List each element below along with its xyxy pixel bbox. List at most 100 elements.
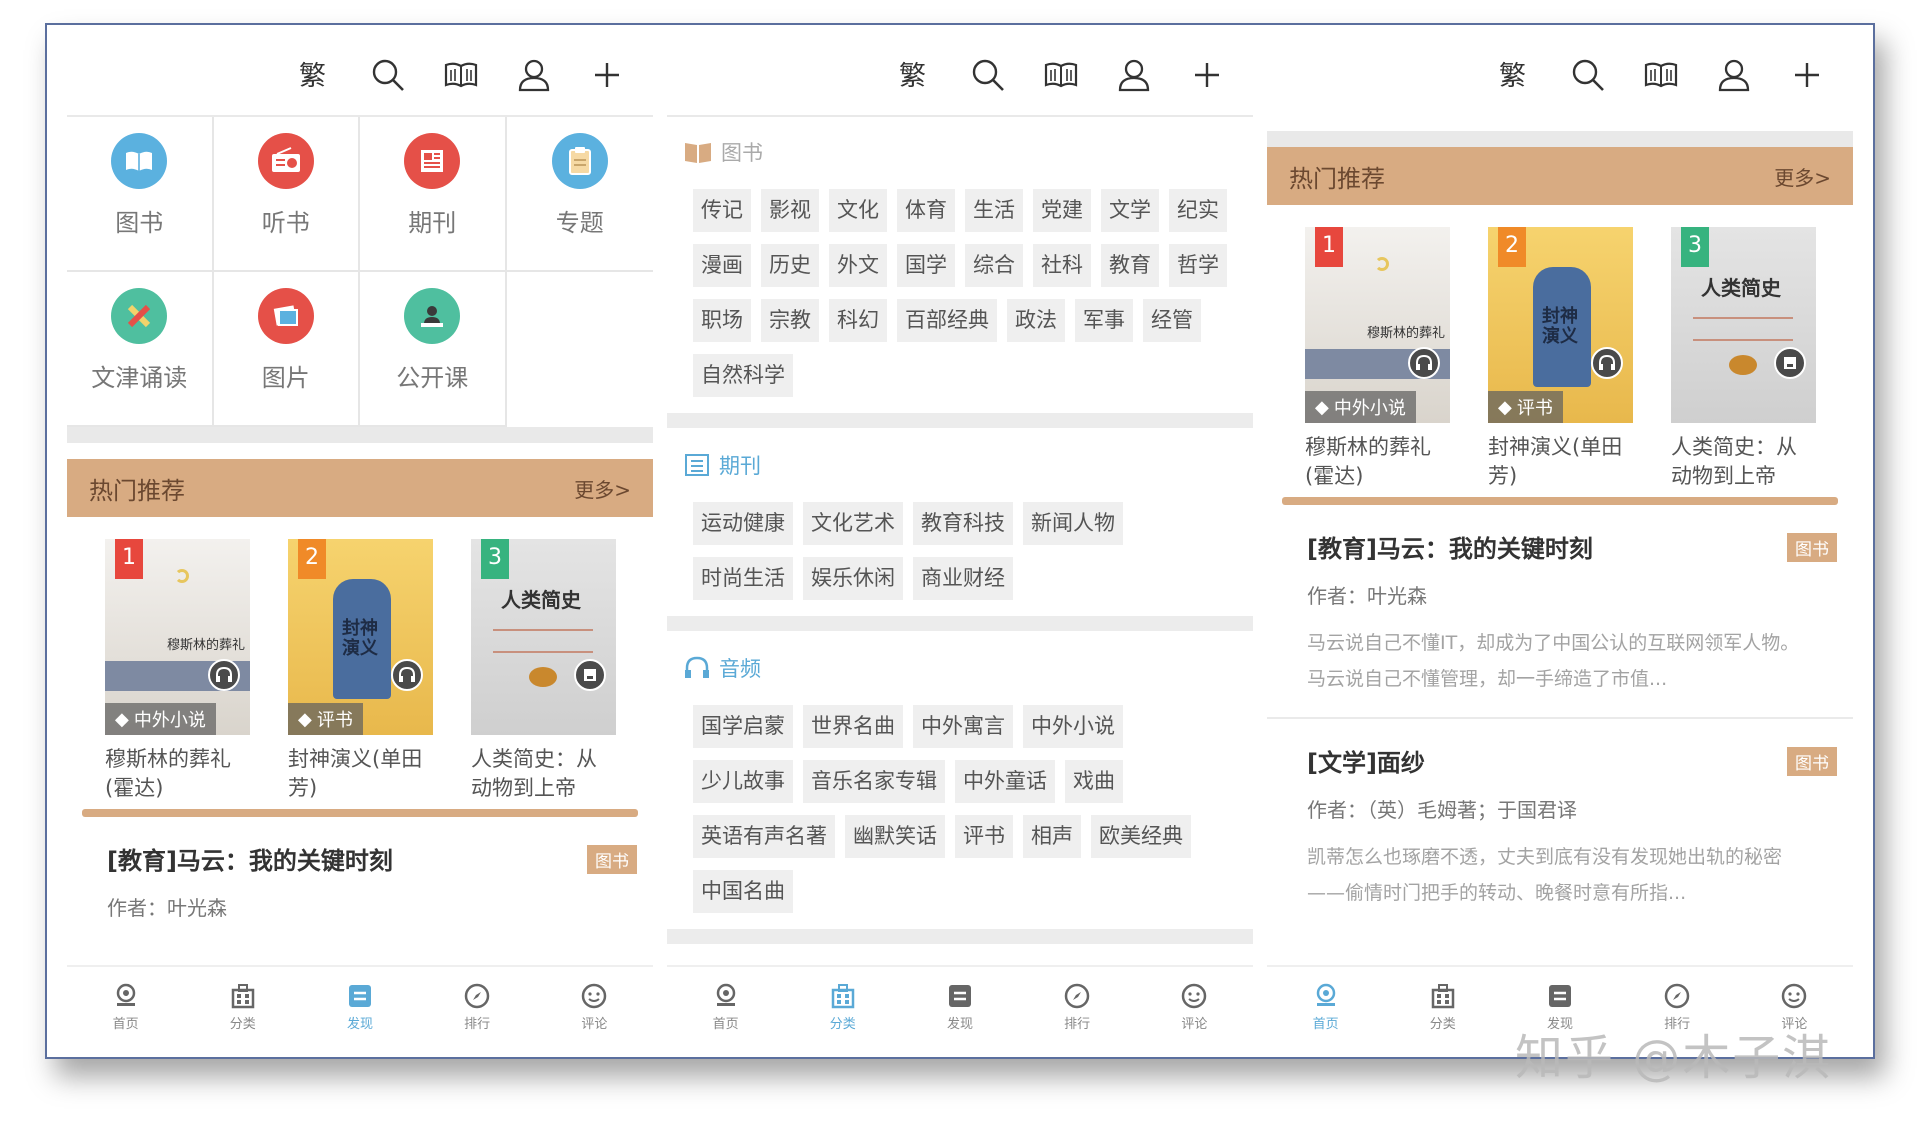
category-chip[interactable]: 幽默笑话 — [845, 815, 945, 858]
category-chip[interactable]: 戏曲 — [1065, 760, 1123, 803]
plus-icon[interactable] — [1189, 57, 1225, 93]
book-open-icon[interactable] — [1043, 57, 1079, 93]
nav-home[interactable]: 首页 — [1281, 983, 1371, 1057]
category-chip[interactable]: 哲学 — [1169, 244, 1227, 287]
category-chip[interactable]: 宗教 — [761, 299, 819, 342]
category-chip[interactable]: 纪实 — [1169, 189, 1227, 232]
more-link[interactable]: 更多> — [1774, 162, 1831, 191]
traditional-simplified-icon[interactable]: 繁 — [897, 57, 933, 93]
book-open-icon[interactable] — [1643, 57, 1679, 93]
category-chip[interactable]: 教育科技 — [913, 502, 1013, 545]
category-chip[interactable]: 影视 — [761, 189, 819, 232]
category-chip[interactable]: 教育 — [1101, 244, 1159, 287]
book-item[interactable]: 封神演义 2 ◆ 评书 封神演义(单田芳) — [1488, 227, 1633, 497]
category-chip[interactable]: 党建 — [1033, 189, 1091, 232]
nav-label: 评论 — [581, 1017, 608, 1032]
category-chip[interactable]: 科幻 — [829, 299, 887, 342]
category-chip[interactable]: 自然科学 — [693, 354, 793, 397]
category-chip[interactable]: 中外小说 — [1023, 705, 1123, 748]
headphones-icon — [208, 659, 240, 691]
category-chip[interactable]: 漫画 — [693, 244, 751, 287]
user-icon[interactable] — [1116, 57, 1152, 93]
category-chip[interactable]: 相声 — [1023, 815, 1081, 858]
category-chip[interactable]: 欧美经典 — [1091, 815, 1191, 858]
nav-ranking[interactable]: 排行 — [1032, 983, 1122, 1057]
category-chip[interactable]: 中外童话 — [955, 760, 1055, 803]
section-divider — [67, 427, 653, 443]
nav-ranking[interactable]: 排行 — [432, 983, 522, 1057]
nav-category[interactable]: 分类 — [198, 983, 288, 1057]
user-icon[interactable] — [1716, 57, 1752, 93]
nav-label: 分类 — [1429, 1017, 1456, 1032]
category-icon — [231, 984, 255, 1009]
nav-category[interactable]: 分类 — [1398, 983, 1488, 1057]
category-chip[interactable]: 新闻人物 — [1023, 502, 1123, 545]
home-icon — [1316, 983, 1335, 1006]
book-item[interactable]: 穆斯林的葬礼 1 ◆ 中外小说 穆斯林的葬礼(霍达) — [1305, 227, 1450, 497]
nav-home[interactable]: 首页 — [681, 983, 771, 1057]
book-item[interactable]: 封神演义 2 ◆ 评书 封神演义(单田芳) — [288, 539, 433, 809]
article-item[interactable]: [教育]马云：我的关键时刻 图书 作者：叶光森 马云说自己不懂IT，却成为了中国… — [1267, 505, 1853, 719]
search-icon[interactable] — [370, 57, 406, 93]
book-item[interactable]: 人类简史 3 人类简史：从动物到上帝 — [1671, 227, 1816, 497]
category-chip[interactable]: 国学 — [897, 244, 955, 287]
more-link[interactable]: 更多> — [574, 474, 631, 503]
nav-comments[interactable]: 评论 — [549, 983, 639, 1057]
category-chip[interactable]: 世界名曲 — [803, 705, 903, 748]
traditional-simplified-icon[interactable]: 繁 — [297, 57, 333, 93]
empty-cell — [507, 272, 654, 427]
category-chip[interactable]: 政法 — [1007, 299, 1065, 342]
article-item[interactable]: [教育]马云：我的关键时刻 图书 作者：叶光森 — [67, 817, 653, 941]
category-chip[interactable]: 百部经典 — [897, 299, 997, 342]
user-icon[interactable] — [516, 57, 552, 93]
article-badge: 图书 — [587, 845, 637, 874]
plus-icon[interactable] — [1789, 57, 1825, 93]
category-chip[interactable]: 社科 — [1033, 244, 1091, 287]
category-recitation[interactable]: 文津诵读 — [67, 272, 214, 427]
nav-home[interactable]: 首页 — [81, 983, 171, 1057]
traditional-simplified-icon[interactable]: 繁 — [1497, 57, 1533, 93]
category-chip[interactable]: 历史 — [761, 244, 819, 287]
category-chip[interactable]: 体育 — [897, 189, 955, 232]
search-icon[interactable] — [1570, 57, 1606, 93]
category-audiobooks[interactable]: 听书 — [213, 117, 360, 272]
category-chip[interactable]: 运动健康 — [693, 502, 793, 545]
section-title: 音频 — [719, 657, 761, 681]
nav-category[interactable]: 分类 — [798, 983, 888, 1057]
category-chip[interactable]: 经管 — [1143, 299, 1201, 342]
nav-discover[interactable]: 发现 — [915, 983, 1005, 1057]
category-chip[interactable]: 文化 — [829, 189, 887, 232]
category-chip[interactable]: 商业财经 — [913, 557, 1013, 600]
book-open-icon[interactable] — [443, 57, 479, 93]
book-item[interactable]: 穆斯林的葬礼 1 ◆ 中外小说 穆斯林的葬礼(霍达) — [105, 539, 250, 809]
category-chip[interactable]: 时尚生活 — [693, 557, 793, 600]
category-chip[interactable]: 综合 — [965, 244, 1023, 287]
search-icon[interactable] — [970, 57, 1006, 93]
category-chip[interactable]: 国学启蒙 — [693, 705, 793, 748]
category-chip[interactable]: 生活 — [965, 189, 1023, 232]
book-item[interactable]: 人类简史 3 人类简史：从动物到上帝 — [471, 539, 616, 809]
category-chip[interactable]: 传记 — [693, 189, 751, 232]
category-chip[interactable]: 中国名曲 — [693, 870, 793, 913]
category-pictures[interactable]: 图片 — [213, 272, 360, 427]
category-chip[interactable]: 文化艺术 — [803, 502, 903, 545]
nav-comments[interactable]: 评论 — [1149, 983, 1239, 1057]
category-chip[interactable]: 音乐名家专辑 — [803, 760, 945, 803]
category-open-courses[interactable]: 公开课 — [360, 272, 507, 427]
category-books[interactable]: 图书 — [67, 117, 214, 272]
category-chip[interactable]: 职场 — [693, 299, 751, 342]
plus-icon[interactable] — [589, 57, 625, 93]
category-chip[interactable]: 英语有声名著 — [693, 815, 835, 858]
category-chip[interactable]: 文学 — [1101, 189, 1159, 232]
category-chip[interactable]: 军事 — [1075, 299, 1133, 342]
category-chip[interactable]: 少儿故事 — [693, 760, 793, 803]
nav-discover[interactable]: 发现 — [315, 983, 405, 1057]
book-name: 穆斯林的葬礼(霍达) — [105, 747, 231, 800]
category-periodicals[interactable]: 期刊 — [360, 117, 507, 272]
category-chip[interactable]: 中外寓言 — [913, 705, 1013, 748]
category-topics[interactable]: 专题 — [506, 117, 653, 272]
article-item[interactable]: [文学]面纱 图书 作者：（英）毛姆著；于国君译 凯蒂怎么也琢磨不透，丈夫到底有… — [1267, 719, 1853, 931]
category-chip[interactable]: 评书 — [955, 815, 1013, 858]
category-chip[interactable]: 娱乐休闲 — [803, 557, 903, 600]
category-chip[interactable]: 外文 — [829, 244, 887, 287]
